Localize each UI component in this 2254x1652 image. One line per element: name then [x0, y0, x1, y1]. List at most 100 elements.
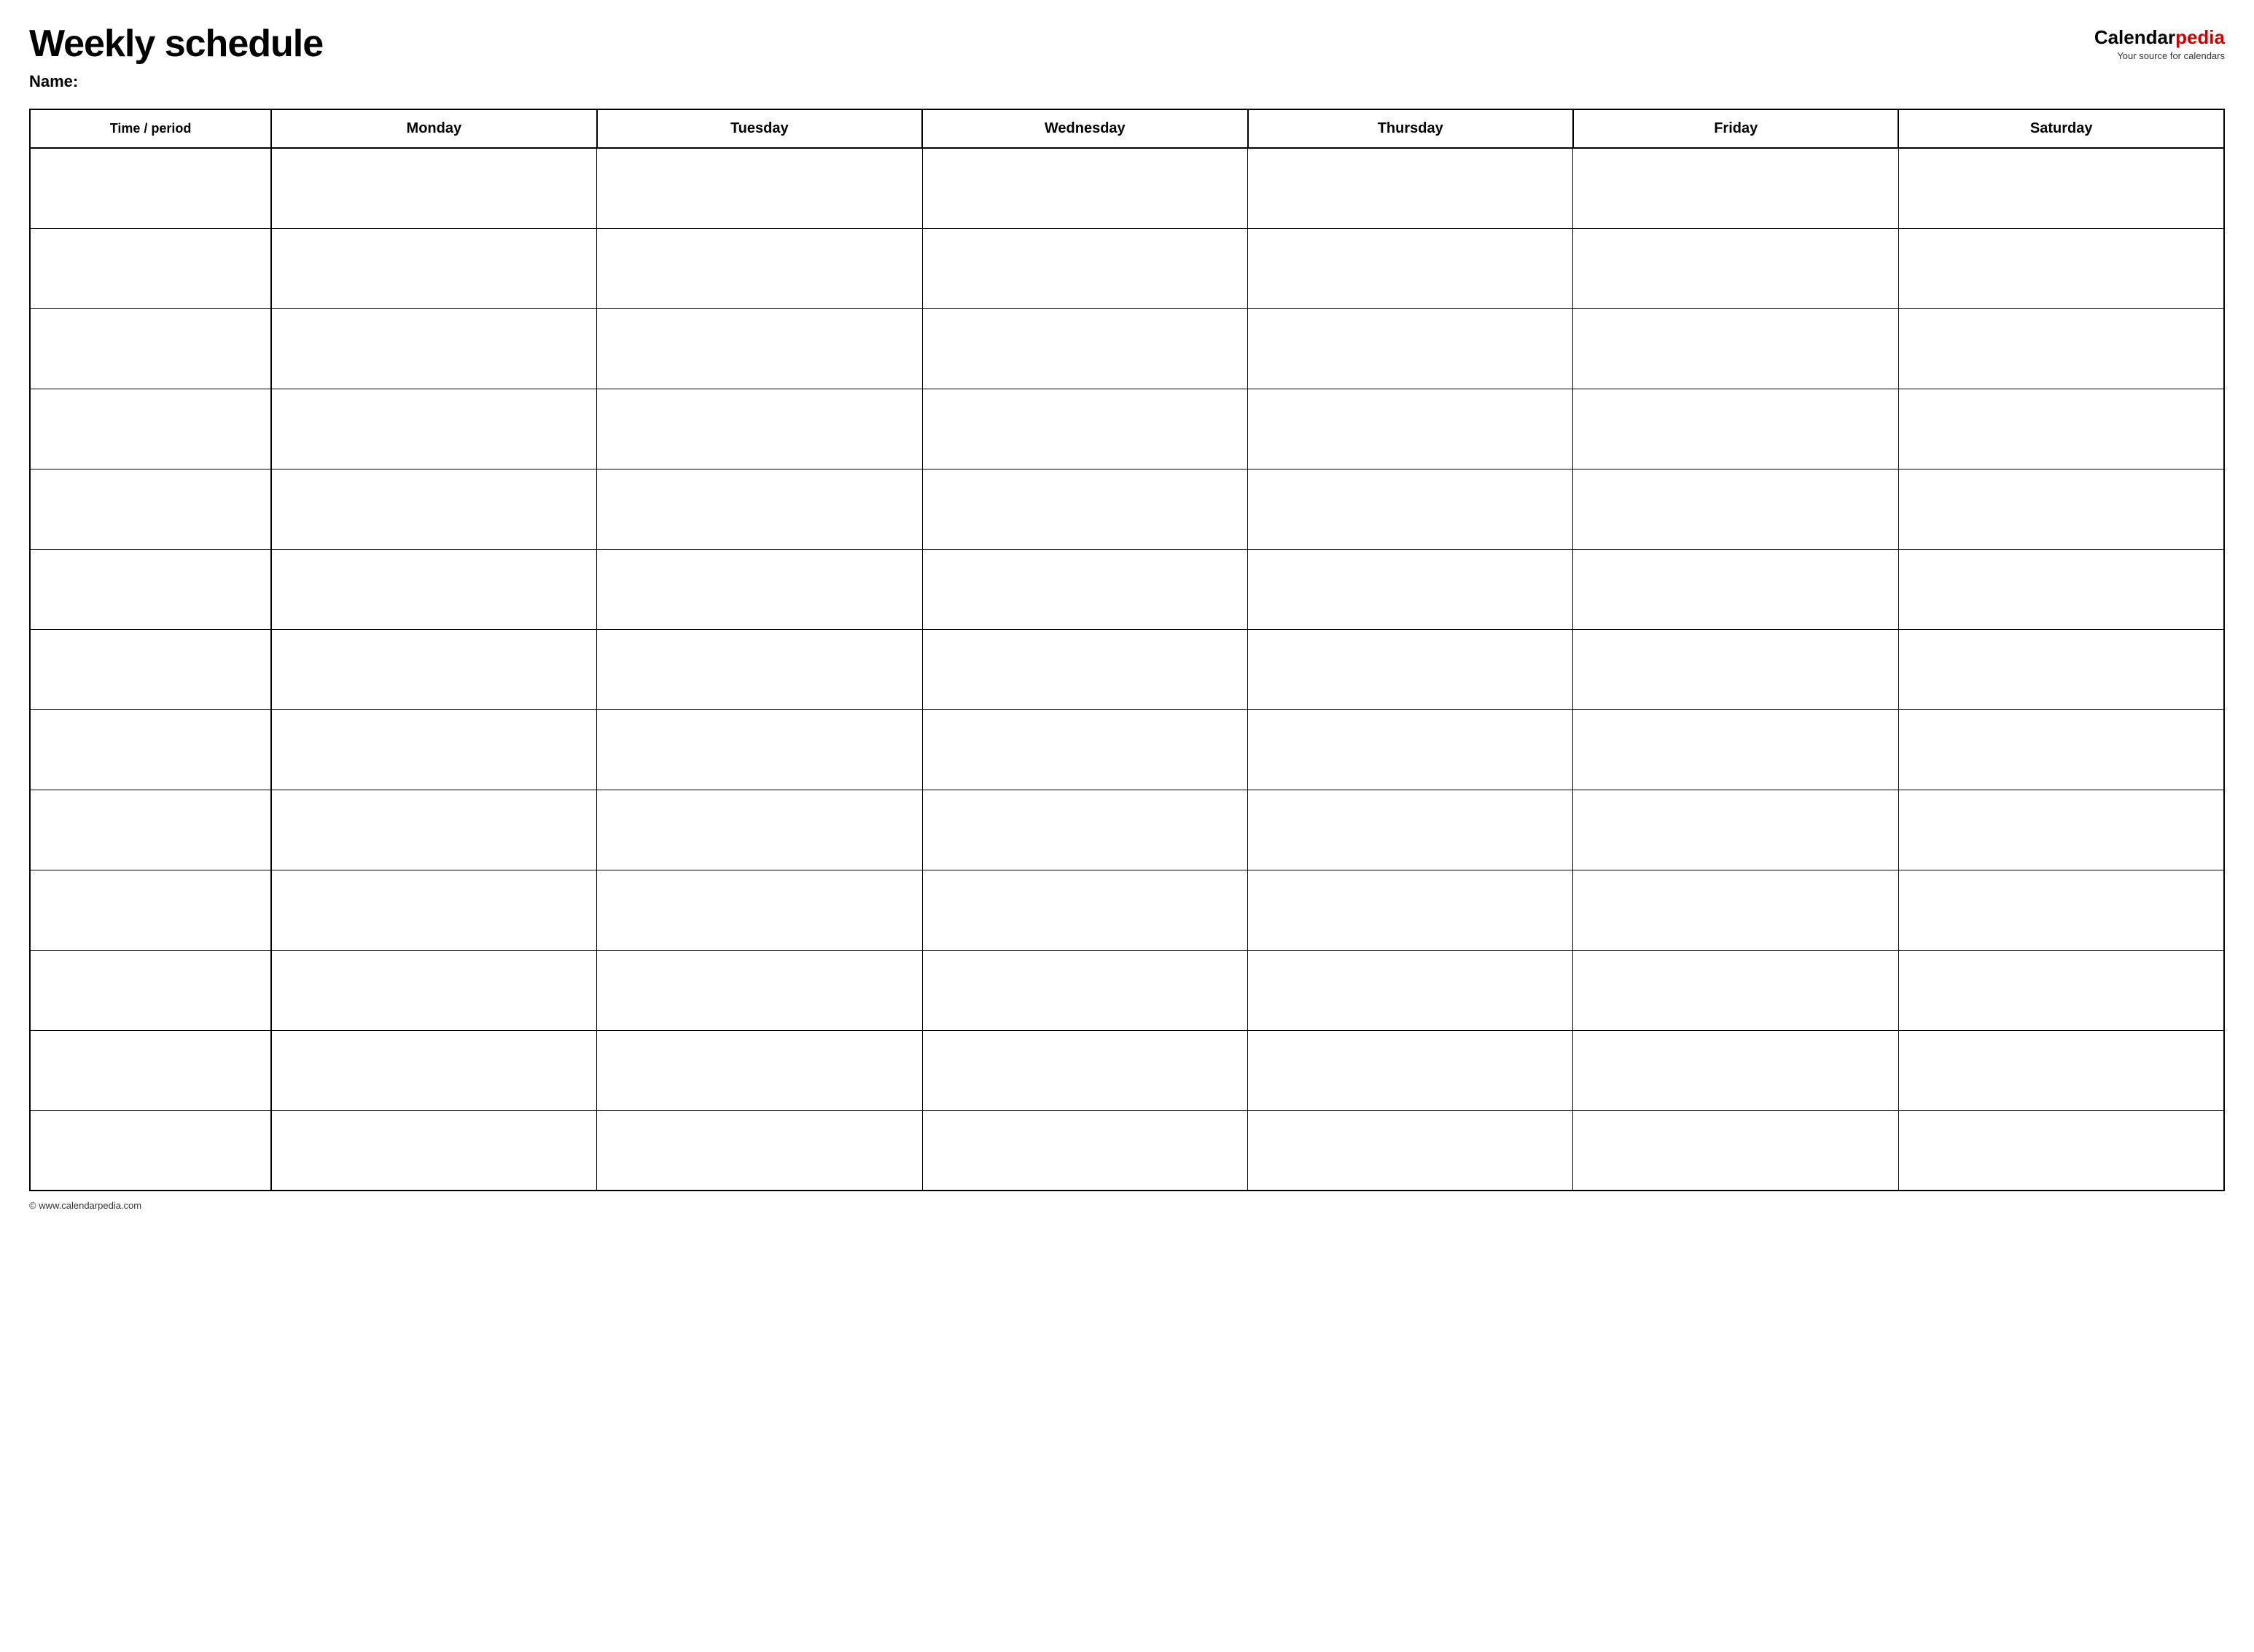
schedule-cell	[1573, 790, 1898, 870]
schedule-cell	[1898, 629, 2224, 709]
col-header-thursday: Thursday	[1248, 109, 1573, 148]
col-header-friday: Friday	[1573, 109, 1898, 148]
time-cell	[30, 308, 271, 389]
schedule-cell	[1898, 308, 2224, 389]
schedule-cell	[271, 790, 596, 870]
schedule-cell	[922, 148, 1247, 228]
schedule-cell	[271, 1030, 596, 1110]
schedule-cell	[1573, 1110, 1898, 1191]
table-header-row: Time / period Monday Tuesday Wednesday T…	[30, 109, 2224, 148]
col-header-saturday: Saturday	[1898, 109, 2224, 148]
table-row	[30, 950, 2224, 1030]
table-row	[30, 148, 2224, 228]
schedule-cell	[597, 148, 922, 228]
schedule-cell	[1573, 870, 1898, 950]
col-header-wednesday: Wednesday	[922, 109, 1247, 148]
col-header-monday: Monday	[271, 109, 596, 148]
time-cell	[30, 790, 271, 870]
schedule-cell	[597, 629, 922, 709]
table-row	[30, 709, 2224, 790]
schedule-cell	[1898, 709, 2224, 790]
schedule-cell	[1898, 148, 2224, 228]
schedule-cell	[597, 950, 922, 1030]
schedule-cell	[271, 228, 596, 308]
schedule-cell	[1898, 790, 2224, 870]
schedule-cell	[597, 389, 922, 469]
table-row	[30, 389, 2224, 469]
schedule-cell	[271, 950, 596, 1030]
schedule-cell	[922, 790, 1247, 870]
schedule-cell	[1573, 308, 1898, 389]
schedule-cell	[1898, 1110, 2224, 1191]
schedule-cell	[597, 790, 922, 870]
table-row	[30, 870, 2224, 950]
footer: © www.calendarpedia.com	[29, 1200, 2225, 1211]
time-cell	[30, 709, 271, 790]
time-cell	[30, 549, 271, 629]
schedule-cell	[922, 1030, 1247, 1110]
table-row	[30, 549, 2224, 629]
schedule-cell	[1248, 549, 1573, 629]
schedule-cell	[922, 1110, 1247, 1191]
schedule-cell	[597, 870, 922, 950]
table-row	[30, 1030, 2224, 1110]
schedule-cell	[922, 709, 1247, 790]
schedule-cell	[597, 308, 922, 389]
schedule-cell	[1898, 389, 2224, 469]
schedule-cell	[1248, 629, 1573, 709]
table-row	[30, 469, 2224, 549]
schedule-cell	[922, 950, 1247, 1030]
schedule-cell	[1248, 148, 1573, 228]
time-cell	[30, 870, 271, 950]
schedule-cell	[1898, 1030, 2224, 1110]
time-cell	[30, 469, 271, 549]
time-cell	[30, 1030, 271, 1110]
schedule-cell	[922, 308, 1247, 389]
table-row	[30, 1110, 2224, 1191]
schedule-cell	[1248, 1110, 1573, 1191]
schedule-table: Time / period Monday Tuesday Wednesday T…	[29, 109, 2225, 1191]
page-header: Weekly schedule Name: Calendarpedia Your…	[29, 23, 2225, 91]
schedule-cell	[1573, 389, 1898, 469]
schedule-cell	[1248, 870, 1573, 950]
schedule-cell	[1573, 709, 1898, 790]
logo-text: Calendarpedia	[2094, 26, 2225, 49]
schedule-cell	[271, 629, 596, 709]
table-row	[30, 308, 2224, 389]
schedule-cell	[922, 549, 1247, 629]
schedule-cell	[1573, 950, 1898, 1030]
schedule-cell	[1573, 1030, 1898, 1110]
logo-area: Calendarpedia Your source for calendars	[2094, 23, 2225, 61]
time-cell	[30, 228, 271, 308]
schedule-cell	[1248, 228, 1573, 308]
schedule-cell	[597, 1110, 922, 1191]
schedule-cell	[597, 1030, 922, 1110]
title-area: Weekly schedule Name:	[29, 23, 323, 91]
logo-black-text: Calendar	[2094, 26, 2175, 48]
table-row	[30, 629, 2224, 709]
schedule-cell	[922, 389, 1247, 469]
schedule-cell	[271, 308, 596, 389]
schedule-cell	[1898, 228, 2224, 308]
name-label: Name:	[29, 72, 323, 91]
schedule-cell	[1573, 228, 1898, 308]
schedule-cell	[1248, 790, 1573, 870]
col-header-tuesday: Tuesday	[597, 109, 922, 148]
schedule-cell	[271, 1110, 596, 1191]
schedule-cell	[1898, 549, 2224, 629]
schedule-cell	[1573, 469, 1898, 549]
schedule-cell	[1248, 469, 1573, 549]
schedule-cell	[271, 870, 596, 950]
col-header-time: Time / period	[30, 109, 271, 148]
schedule-cell	[1248, 389, 1573, 469]
schedule-cell	[922, 629, 1247, 709]
time-cell	[30, 389, 271, 469]
logo-tagline: Your source for calendars	[2117, 50, 2225, 61]
schedule-cell	[271, 469, 596, 549]
schedule-cell	[597, 228, 922, 308]
time-cell	[30, 629, 271, 709]
schedule-cell	[1898, 870, 2224, 950]
table-row	[30, 790, 2224, 870]
schedule-cell	[271, 709, 596, 790]
time-cell	[30, 950, 271, 1030]
